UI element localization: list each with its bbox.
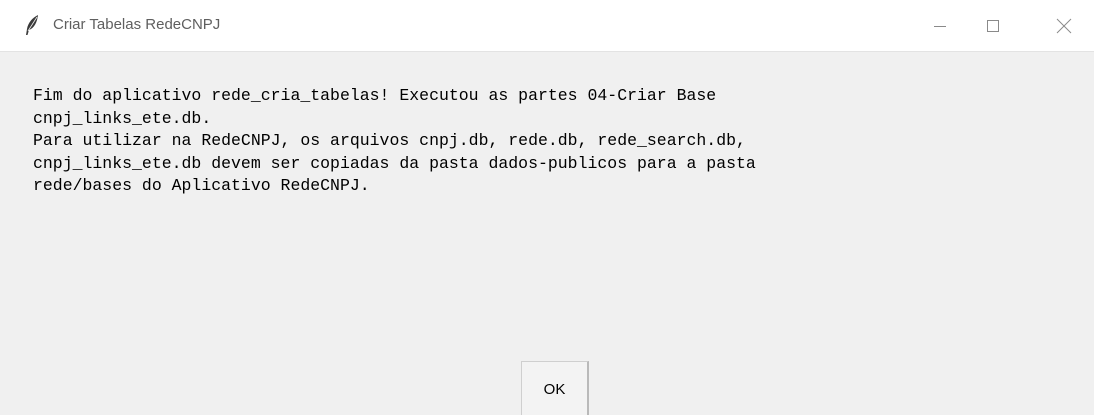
feather-icon [22, 14, 42, 36]
message-line: Fim do aplicativo rede_cria_tabelas! Exe… [33, 86, 717, 105]
close-button[interactable] [1034, 0, 1094, 52]
close-icon [1056, 18, 1072, 34]
message-line: Para utilizar na RedeCNPJ, os arquivos c… [33, 131, 746, 150]
ok-button[interactable]: OK [521, 361, 589, 415]
message-line: cnpj_links_ete.db devem ser copiadas da … [33, 153, 756, 173]
dialog-message: Fim do aplicativo rede_cria_tabelas! Exe… [33, 85, 1073, 198]
minimize-icon [933, 19, 947, 33]
title-bar[interactable]: Criar Tabelas RedeCNPJ [0, 0, 1094, 52]
minimize-button[interactable] [910, 0, 970, 52]
message-line: rede/bases do Aplicativo RedeCNPJ. [33, 176, 370, 195]
window-title: Criar Tabelas RedeCNPJ [53, 16, 221, 33]
maximize-icon [986, 19, 1000, 33]
maximize-button[interactable] [963, 0, 1023, 52]
message-line: cnpj_links_ete.db. [33, 108, 212, 128]
